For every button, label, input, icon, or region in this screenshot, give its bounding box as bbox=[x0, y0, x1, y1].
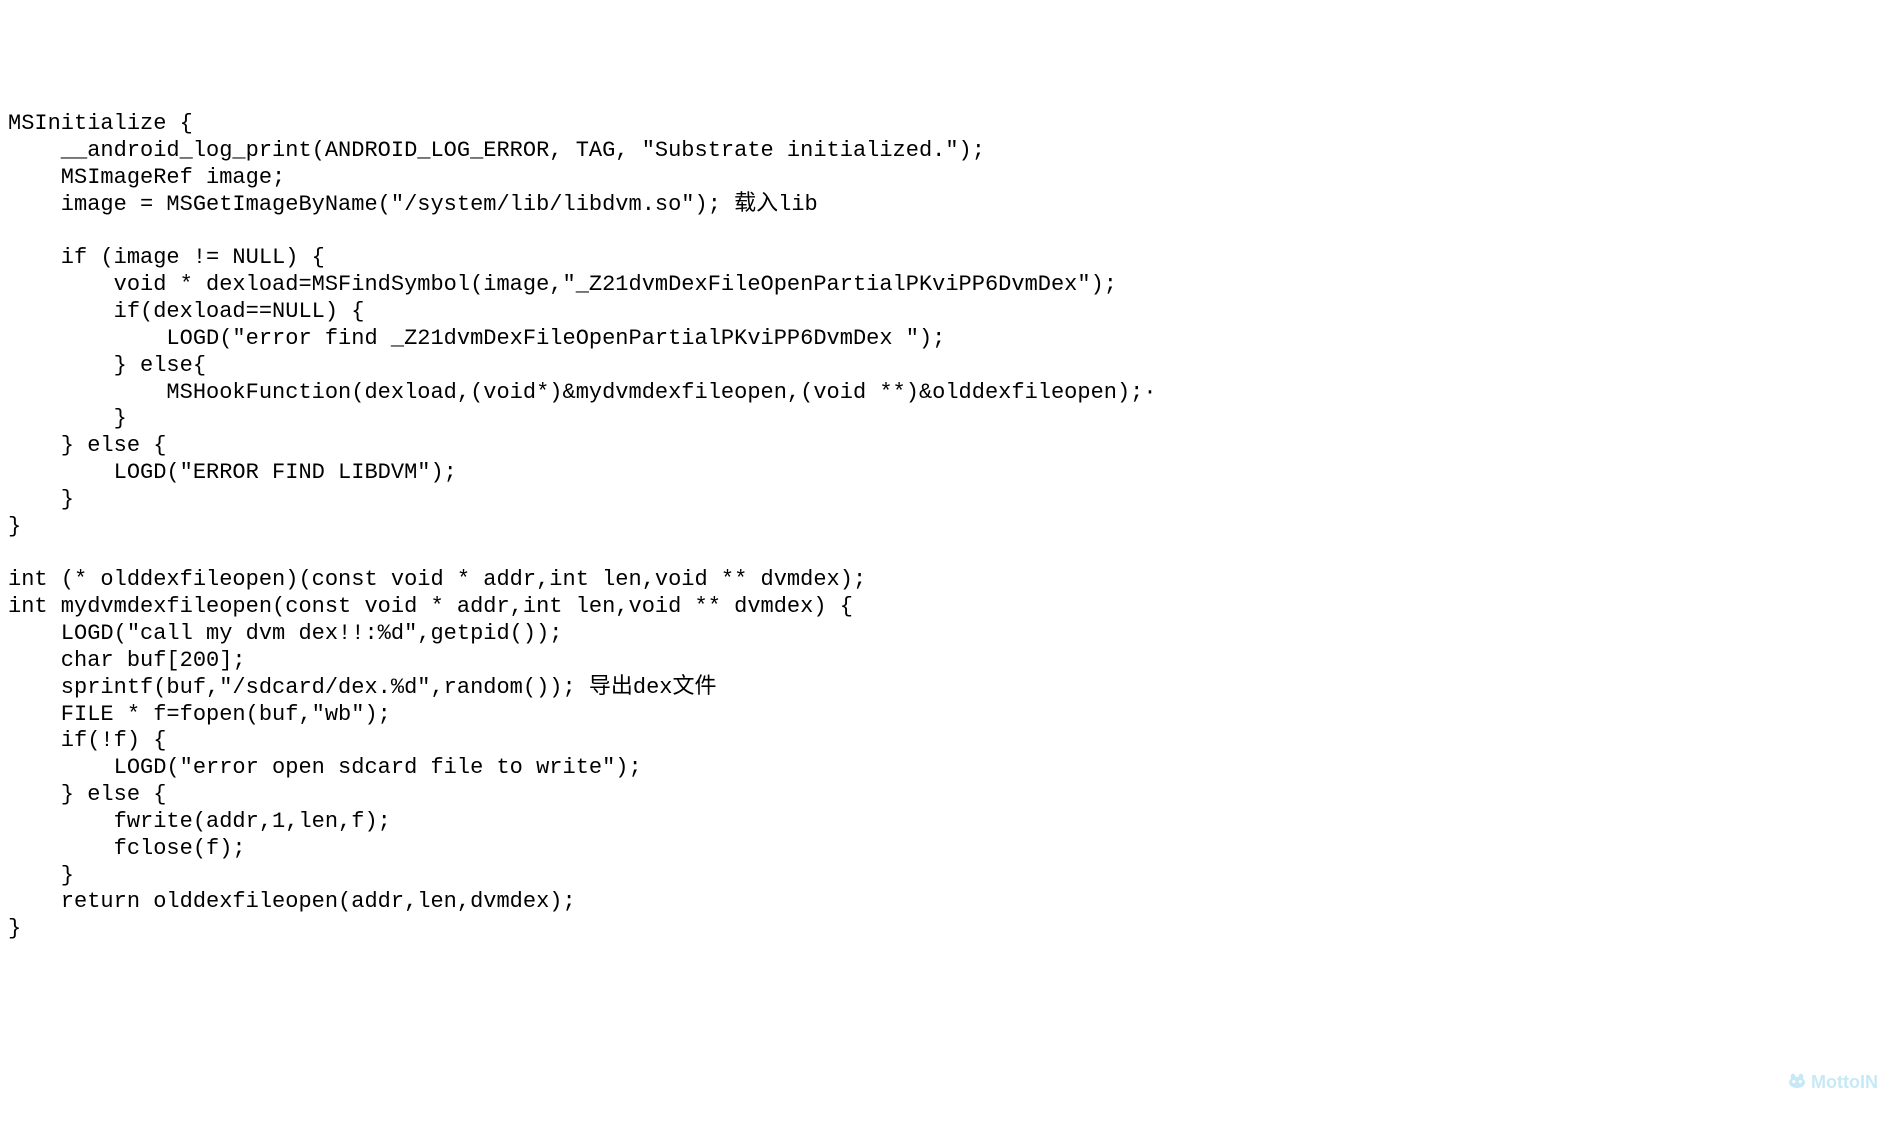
code-line: } else { bbox=[8, 433, 166, 458]
watermark-icon bbox=[1767, 1050, 1807, 1116]
code-line: LOGD("ERROR FIND LIBDVM"); bbox=[8, 460, 457, 485]
code-line: MSInitialize { bbox=[8, 111, 193, 136]
code-line: FILE * f=fopen(buf,"wb"); bbox=[8, 702, 391, 727]
code-line: } bbox=[8, 406, 127, 431]
code-line: image = MSGetImageByName("/system/lib/li… bbox=[8, 192, 818, 217]
code-line: MSHookFunction(dexload,(void*)&mydvmdexf… bbox=[8, 380, 1157, 405]
code-line: } bbox=[8, 487, 74, 512]
code-line: sprintf(buf,"/sdcard/dex.%d",random()); … bbox=[8, 675, 717, 700]
code-line: MSImageRef image; bbox=[8, 165, 285, 190]
code-line: fwrite(addr,1,len,f); bbox=[8, 809, 391, 834]
code-line: LOGD("call my dvm dex!!:%d",getpid()); bbox=[8, 621, 563, 646]
code-line: if (image != NULL) { bbox=[8, 245, 325, 270]
code-line: int mydvmdexfileopen(const void * addr,i… bbox=[8, 594, 853, 619]
watermark-text: MottoIN bbox=[1811, 1072, 1878, 1094]
code-line: } else { bbox=[8, 782, 166, 807]
code-line: } bbox=[8, 514, 21, 539]
code-line: LOGD("error find _Z21dvmDexFileOpenParti… bbox=[8, 326, 945, 351]
code-line: fclose(f); bbox=[8, 836, 246, 861]
code-line: } bbox=[8, 916, 21, 941]
code-line: __android_log_print(ANDROID_LOG_ERROR, T… bbox=[8, 138, 985, 163]
code-line: return olddexfileopen(addr,len,dvmdex); bbox=[8, 889, 576, 914]
code-line: char buf[200]; bbox=[8, 648, 246, 673]
code-line: if(dexload==NULL) { bbox=[8, 299, 364, 324]
code-line: LOGD("error open sdcard file to write"); bbox=[8, 755, 642, 780]
code-line: void * dexload=MSFindSymbol(image,"_Z21d… bbox=[8, 272, 1117, 297]
code-line: } else{ bbox=[8, 353, 206, 378]
code-line: int (* olddexfileopen)(const void * addr… bbox=[8, 567, 866, 592]
watermark: MottoIN bbox=[1767, 1050, 1878, 1116]
code-line: if(!f) { bbox=[8, 728, 166, 753]
code-line: } bbox=[8, 863, 74, 888]
code-block: MSInitialize { __android_log_print(ANDRO… bbox=[8, 111, 1882, 943]
